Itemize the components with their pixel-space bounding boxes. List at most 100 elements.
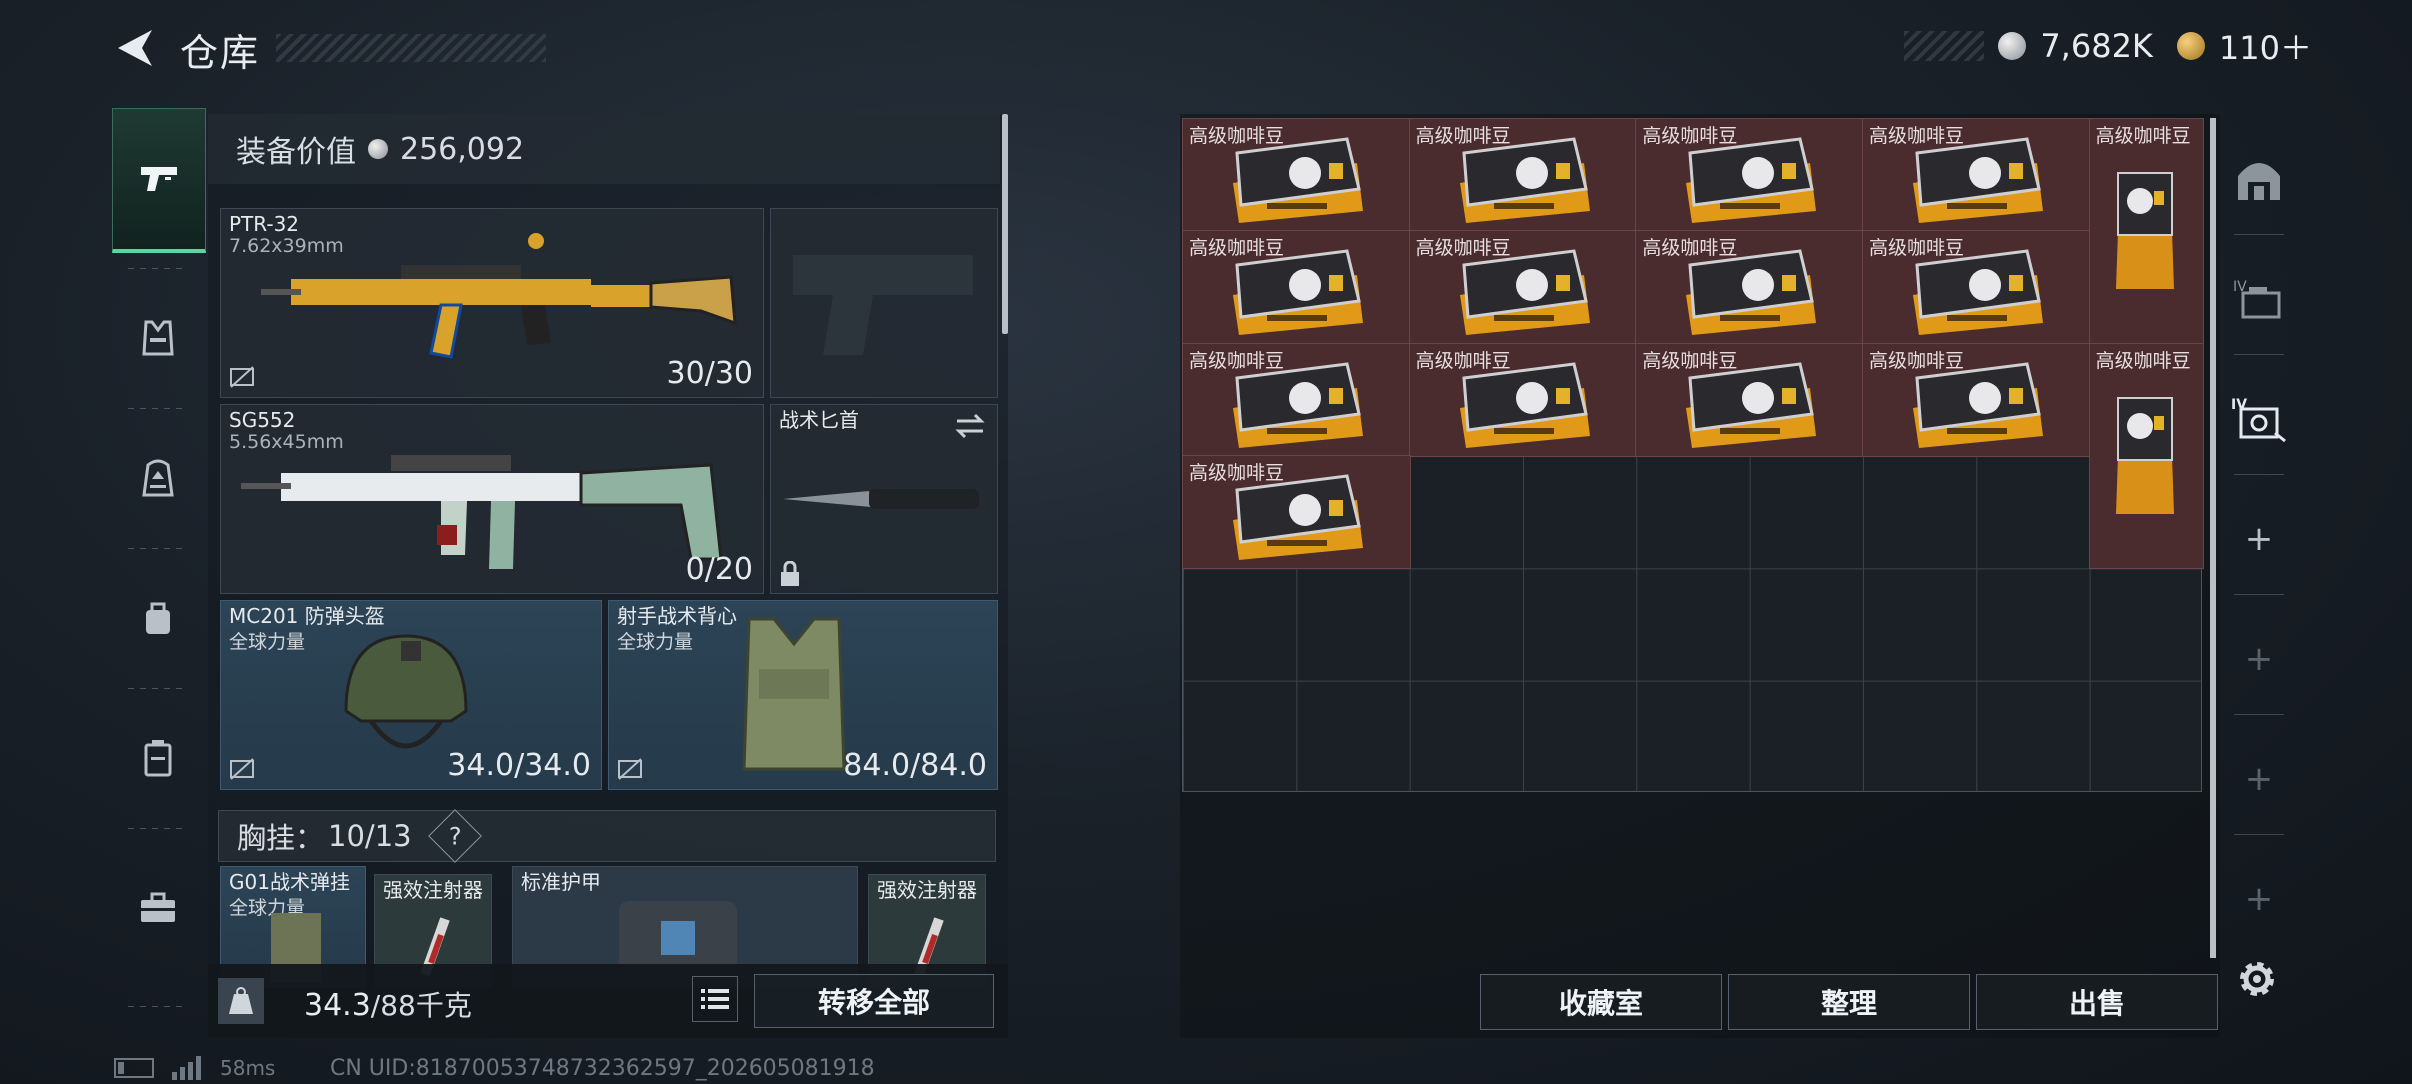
add-storage-tab[interactable]: +: [2214, 844, 2304, 954]
coffee-bag-image: [2115, 172, 2174, 289]
title-decoration: [276, 34, 546, 62]
coffee-beans-item[interactable]: 高级咖啡豆: [1861, 230, 2091, 345]
coffee-beans-item[interactable]: 高级咖啡豆: [1861, 342, 2091, 457]
weight-icon: [218, 978, 264, 1024]
weight-max: /88千克: [370, 989, 472, 1022]
organize-button[interactable]: 整理: [1728, 974, 1970, 1030]
vest-icon: [142, 320, 174, 356]
coffee-bag-image: [1233, 137, 1363, 223]
storage-tabs: IV IV + + + +: [2214, 114, 2304, 1014]
armor-durability: 84.0/84.0: [843, 748, 987, 783]
bag-icon: [146, 602, 170, 634]
expansion-case-icon: IV: [2233, 279, 2281, 319]
coffee-beans-item[interactable]: 高级咖啡豆: [1182, 342, 1411, 457]
list-view-button[interactable]: [692, 976, 738, 1022]
uid-text: CN UID:81870053748732362597_202605081918: [330, 1056, 875, 1081]
sell-button[interactable]: 出售: [1976, 974, 2218, 1030]
gold-amount[interactable]: 110＋: [2219, 23, 2312, 69]
melee-slot[interactable]: 战术匕首: [770, 404, 998, 594]
add-storage-tab[interactable]: +: [2214, 724, 2304, 834]
coffee-beans-item[interactable]: 高级咖啡豆: [1182, 230, 1411, 345]
add-storage-tab[interactable]: +: [2214, 484, 2304, 594]
signal-icon: [172, 1056, 201, 1080]
nav-armor-tab[interactable]: [112, 278, 204, 398]
no-drop-icon: [618, 758, 642, 780]
coffee-beans-item[interactable]: 高级咖啡豆: [1182, 454, 1411, 570]
list-icon: [701, 989, 729, 1009]
coffee-bag-image: [2115, 396, 2174, 514]
add-storage-tab[interactable]: +: [2214, 604, 2304, 714]
nav-backpack-tab[interactable]: [112, 418, 204, 538]
coffee-beans-item[interactable]: 高级咖啡豆: [2088, 342, 2204, 570]
pistol-icon: [141, 167, 177, 191]
storage-tab-3[interactable]: IV: [2214, 364, 2304, 474]
collection-button[interactable]: 收藏室: [1480, 974, 1722, 1030]
storage-tab-2[interactable]: IV: [2214, 244, 2304, 354]
weapon-name: SG552: [229, 408, 296, 432]
sidearm-slot[interactable]: [770, 208, 998, 398]
item-name: 强效注射器: [877, 878, 977, 902]
helmet-slot[interactable]: MC201 防弹头盔 全球力量 34.0/34.0: [220, 600, 602, 790]
ammo-count: 30/30: [666, 356, 753, 391]
coffee-bag-image: [1686, 137, 1817, 223]
no-drop-icon: [230, 366, 254, 388]
primary-weapon-slot-1[interactable]: PTR-32 7.62x39mm 30/30: [220, 208, 764, 398]
coffee-bag-image: [1459, 249, 1590, 336]
coffee-bag-image: [1233, 361, 1363, 448]
primary-weapon-slot-2[interactable]: SG552 5.56x45mm 0/20: [220, 404, 764, 594]
storage-items: 高级咖啡豆 高级咖啡豆 高级咖啡豆 高级咖啡豆 高级咖啡豆 高级咖啡豆 高级咖啡豆 高级咖啡豆…: [1182, 118, 2204, 792]
coffee-beans-item[interactable]: 高级咖啡豆: [1635, 230, 1864, 345]
coffee-beans-item[interactable]: 高级咖啡豆: [1182, 118, 1411, 233]
storage-tab-main[interactable]: [2214, 124, 2304, 234]
safe-case-icon: IV: [2231, 397, 2286, 443]
storage-panel: 高级咖啡豆 高级咖啡豆 高级咖啡豆 高级咖啡豆 高级咖啡豆 高级咖啡豆 高级咖啡豆 高级咖啡豆…: [1180, 114, 2220, 1038]
transfer-all-button[interactable]: 转移全部: [754, 974, 994, 1028]
help-icon[interactable]: ?: [427, 809, 482, 863]
armor-slot[interactable]: 射手战术背心 全球力量 84.0/84.0: [608, 600, 998, 790]
toolbox-icon: [141, 892, 175, 922]
currency-decoration: [1904, 31, 1985, 61]
swap-icon[interactable]: [953, 413, 987, 439]
coffee-bag-image: [1459, 137, 1590, 223]
nav-case-tab[interactable]: [112, 698, 204, 818]
pistol-silhouette-icon: [793, 255, 973, 355]
left-nav: [112, 108, 206, 1008]
coffee-beans-item[interactable]: 高级咖啡豆: [1635, 342, 1864, 457]
chest-rig-label: 胸挂：: [237, 821, 325, 855]
equipment-value-header: 装备价值 256,092: [208, 114, 1000, 184]
status-bar: 58ms: [114, 1056, 275, 1080]
rig-name: G01战术弹挂: [229, 870, 350, 894]
lock-icon: [781, 561, 799, 586]
coffee-beans-item[interactable]: 高级咖啡豆: [1635, 118, 1864, 233]
item-name: 标准护甲: [521, 870, 601, 894]
ping-text: 58ms: [220, 1056, 276, 1080]
silver-amount: 7,682K: [2040, 27, 2153, 65]
chest-rig-row: 胸挂： 10/13 ?: [218, 809, 996, 863]
item-label: 高级咖啡豆: [2095, 349, 2191, 372]
chest-rig-capacity: 10/13: [328, 819, 412, 853]
knife-image: [783, 489, 979, 509]
equipment-value-label: 装备价值: [236, 135, 356, 170]
coffee-beans-item[interactable]: 高级咖啡豆: [1861, 118, 2091, 233]
currency-bar: 7,682K 110＋: [1904, 27, 2312, 67]
silver-coin-icon: [1998, 32, 2027, 60]
equipment-scrollbar[interactable]: [1002, 114, 1008, 334]
nav-weapons-tab[interactable]: [112, 108, 206, 253]
weight-text: 34.3/88千克: [304, 984, 472, 1024]
settings-gear-icon[interactable]: [2232, 954, 2282, 1004]
equipment-panel: 装备价值 256,092 PTR-32 7.62x39mm 30/30 SG55…: [208, 114, 1008, 1038]
silver-coin-icon: [368, 139, 388, 159]
case-icon: [144, 740, 172, 777]
back-arrow-icon[interactable]: [112, 26, 156, 70]
nav-bag-tab[interactable]: [112, 558, 204, 678]
coffee-beans-item[interactable]: 高级咖啡豆: [1408, 118, 1638, 233]
armor-maker: 全球力量: [617, 631, 694, 653]
equipment-value: 256,092: [400, 131, 525, 167]
coffee-bag-image: [1233, 474, 1363, 560]
page-title: 仓库: [180, 31, 261, 75]
coffee-beans-item[interactable]: 高级咖啡豆: [2088, 118, 2204, 345]
coffee-beans-item[interactable]: 高级咖啡豆: [1408, 230, 1638, 345]
nav-toolbox-tab[interactable]: [112, 848, 204, 968]
coffee-beans-item[interactable]: 高级咖啡豆: [1408, 342, 1638, 457]
coffee-bag-image: [1686, 361, 1817, 448]
